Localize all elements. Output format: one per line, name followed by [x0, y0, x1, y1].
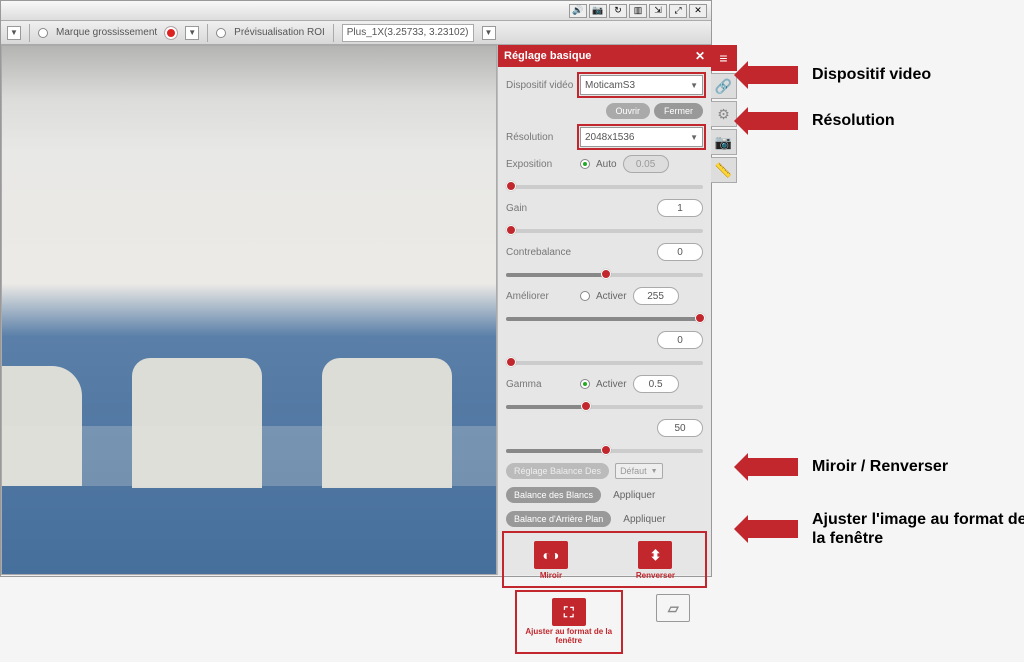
arrow-icon — [748, 520, 798, 538]
panel-header: Réglage basique ✕ — [498, 45, 711, 67]
offset-label: Contrebalance — [506, 247, 574, 258]
roi-radio[interactable] — [216, 28, 226, 38]
flip-button[interactable]: ⬍ Renverser — [636, 541, 675, 580]
titlebar-camera-icon[interactable]: 📷 — [589, 4, 607, 18]
arrow-icon — [748, 458, 798, 476]
wb-default-combo[interactable]: Défaut▼ — [615, 463, 662, 479]
gain-label: Gain — [506, 203, 574, 214]
marque-radio-on[interactable] — [165, 27, 177, 39]
titlebar-restore-icon[interactable]: ⇲ — [649, 4, 667, 18]
panel-close-icon[interactable]: ✕ — [695, 49, 705, 63]
arrow-icon — [748, 112, 798, 130]
lens-combo-arrow[interactable]: ▼ — [482, 26, 496, 40]
marque-radio-off[interactable] — [38, 28, 48, 38]
arrow-icon — [748, 66, 798, 84]
exposure-slider[interactable] — [506, 185, 703, 189]
enhance-value[interactable]: 255 — [633, 287, 679, 305]
device-value: MoticamS3 — [585, 80, 635, 91]
titlebar-min-icon[interactable]: ⤢ — [669, 4, 687, 18]
toolbar-separator-2 — [207, 24, 208, 42]
fit-window-label: Ajuster au format de la fenêtre — [525, 628, 613, 646]
wb-bg-apply-label: Appliquer — [623, 514, 665, 525]
annotation-resolution: Résolution — [748, 112, 895, 130]
wb-white-apply-label: Appliquer — [613, 490, 655, 501]
enhance-label: Améliorer — [506, 291, 574, 302]
link-icon: 🔗 — [715, 78, 732, 95]
fit-alt-icon: ▱ — [656, 594, 690, 622]
lens-combo[interactable]: Plus_1X(3.25733, 3.23102) — [342, 24, 474, 42]
enhance-slider[interactable] — [506, 317, 703, 321]
annotation-device: Dispositif video — [748, 66, 931, 84]
gamma-label: Gamma — [506, 379, 574, 390]
ruler-icon: 📏 — [715, 162, 732, 179]
annotation-fit: Ajuster l'image au format de la fenêtre — [748, 510, 1024, 548]
gamma-value-2[interactable]: 50 — [657, 419, 703, 437]
device-select[interactable]: MoticamS3 ▼ — [580, 75, 703, 95]
wb-region-button[interactable]: Réglage Balance Des — [506, 463, 609, 479]
titlebar-refresh-icon[interactable]: ↻ — [609, 4, 627, 18]
gain-value[interactable]: 1 — [657, 199, 703, 217]
fit-alt-button[interactable]: ▱ — [656, 594, 690, 650]
wb-white-button[interactable]: Balance des Blancs — [506, 487, 601, 503]
chevron-down-icon: ▼ — [690, 133, 698, 142]
device-label: Dispositif vidéo — [506, 80, 574, 91]
flip-label: Renverser — [636, 571, 675, 580]
exposure-label: Exposition — [506, 159, 574, 170]
panel-title: Réglage basique — [504, 50, 591, 62]
settings-panel: Réglage basique ✕ Dispositif vidéo Motic… — [497, 45, 711, 575]
close-button[interactable]: Fermer — [654, 103, 703, 119]
exposure-auto-radio[interactable] — [580, 159, 590, 169]
toolbar-separator — [29, 24, 30, 42]
mirror-button[interactable]: ◐◑ Miroir — [534, 541, 568, 580]
enhance-value-2[interactable]: 0 — [657, 331, 703, 349]
window-titlebar: 🔊 📷 ↻ ▥ ⇲ ⤢ ✕ — [1, 1, 711, 21]
fit-window-icon: ⛶ — [552, 598, 586, 626]
resolution-value: 2048x1536 — [585, 132, 635, 143]
offset-slider[interactable] — [506, 273, 703, 277]
chevron-down-icon: ▼ — [690, 81, 698, 90]
image-viewport[interactable] — [1, 45, 497, 575]
titlebar-close-icon[interactable]: ✕ — [689, 4, 707, 18]
toolbar-dropdown-1[interactable]: ▼ — [7, 26, 21, 40]
annotation-mirror: Miroir / Renverser — [748, 458, 948, 476]
exposure-value: 0.05 — [623, 155, 669, 173]
sliders-icon: ≡ — [719, 50, 727, 66]
toolbar-separator-3 — [333, 24, 334, 42]
gamma-activate-label: Activer — [596, 379, 627, 390]
wb-bg-button[interactable]: Balance d'Arrière Plan — [506, 511, 611, 527]
flip-icon: ⬍ — [638, 541, 672, 569]
titlebar-audio-icon[interactable]: 🔊 — [569, 4, 587, 18]
gain-slider[interactable] — [506, 229, 703, 233]
offset-value[interactable]: 0 — [657, 243, 703, 261]
gamma-slider[interactable] — [506, 405, 703, 409]
top-toolbar: ▼ Marque grossissement ▼ Prévisualisatio… — [1, 21, 711, 45]
mirror-label: Miroir — [540, 571, 562, 580]
roi-label: Prévisualisation ROI — [234, 27, 325, 38]
gamma-value[interactable]: 0.5 — [633, 375, 679, 393]
open-button[interactable]: Ouvrir — [606, 103, 651, 119]
mirror-icon: ◐◑ — [534, 541, 568, 569]
gear-icon: ⚙ — [717, 106, 730, 123]
vtab-ruler[interactable]: 📏 — [711, 157, 737, 183]
app-window: 🔊 📷 ↻ ▥ ⇲ ⤢ ✕ ▼ Marque grossissement ▼ P… — [0, 0, 712, 577]
resolution-select[interactable]: 2048x1536 ▼ — [580, 127, 703, 147]
enhance-activate-label: Activer — [596, 291, 627, 302]
marque-label: Marque grossissement — [56, 27, 157, 38]
gamma-activate-radio[interactable] — [580, 379, 590, 389]
camera-icon: 📷 — [715, 134, 732, 151]
enhance-activate-radio[interactable] — [580, 291, 590, 301]
resolution-label: Résolution — [506, 132, 574, 143]
exposure-auto-label: Auto — [596, 159, 617, 170]
gamma-slider-2[interactable] — [506, 449, 703, 453]
toolbar-dropdown-2[interactable]: ▼ — [185, 26, 199, 40]
fit-window-group: ⛶ Ajuster au format de la fenêtre — [519, 594, 619, 650]
fit-window-button[interactable]: ⛶ Ajuster au format de la fenêtre — [525, 598, 613, 646]
lens-combo-value: Plus_1X(3.25733, 3.23102) — [347, 27, 469, 38]
enhance-slider-2[interactable] — [506, 361, 703, 365]
titlebar-columns-icon[interactable]: ▥ — [629, 4, 647, 18]
